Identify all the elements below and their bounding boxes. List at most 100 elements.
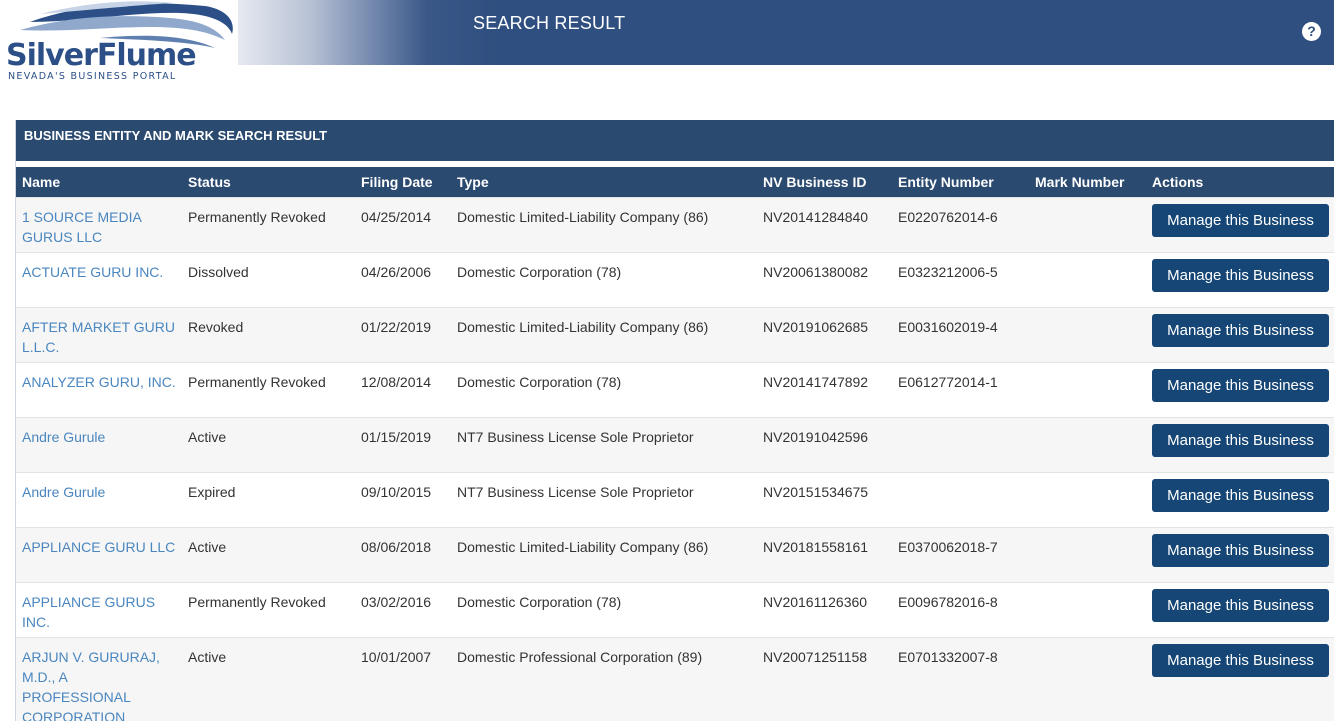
entity-number-cell xyxy=(892,417,1029,472)
nv-business-id-cell: NV20191042596 xyxy=(763,428,869,445)
status-cell: Dissolved xyxy=(188,263,249,280)
column-header-name[interactable]: Name xyxy=(16,167,182,197)
nv-business-id-cell: NV20161126360 xyxy=(763,593,868,610)
status-cell: Active xyxy=(188,648,227,665)
table-row: ARJUN V. GURURAJ, M.D., A PROFESSIONAL C… xyxy=(16,637,1334,721)
nv-business-id-cell: NV20141747892 xyxy=(763,373,869,390)
nv-business-id-cell: NV20141284840 xyxy=(763,208,869,225)
column-header-actions: Actions xyxy=(1152,173,1204,190)
nv-business-id-cell: NV20191062685 xyxy=(763,318,869,335)
filing-date-cell: 01/15/2019 xyxy=(361,428,432,445)
header-banner xyxy=(238,0,1334,65)
manage-business-button[interactable]: Manage this Business xyxy=(1152,423,1329,457)
column-header-type[interactable]: Type xyxy=(451,167,757,197)
table-row: APPLIANCE GURUS INC. Permanently Revoked… xyxy=(16,582,1334,637)
filing-date-cell: 04/26/2006 xyxy=(361,263,432,280)
type-cell: Domestic Limited-Liability Company (86) xyxy=(457,538,709,555)
mark-number-cell xyxy=(1029,527,1146,582)
type-cell: Domestic Limited-Liability Company (86) xyxy=(457,318,709,335)
manage-business-button[interactable]: Manage this Business xyxy=(1152,533,1329,567)
manage-business-button[interactable]: Manage this Business xyxy=(1152,203,1329,237)
column-header-nv-business-id[interactable]: NV Business ID xyxy=(757,167,892,197)
type-cell: Domestic Limited-Liability Company (86) xyxy=(457,208,709,225)
business-name-link[interactable]: 1 SOURCE MEDIA GURUS LLC xyxy=(22,209,141,245)
status-cell: Expired xyxy=(188,483,236,500)
help-icon[interactable]: ? xyxy=(1302,22,1321,41)
filing-date-cell: 04/25/2014 xyxy=(361,208,432,225)
nv-business-id-cell: NV20181558161 xyxy=(763,538,869,555)
entity-number-cell: E0612772014-1 xyxy=(898,373,998,390)
type-cell: Domestic Corporation (78) xyxy=(457,373,622,390)
table-row: AFTER MARKET GURU L.L.C. Revoked 01/22/2… xyxy=(16,307,1334,362)
nv-business-id-cell: NV20061380082 xyxy=(763,263,869,280)
business-name-link[interactable]: APPLIANCE GURU LLC xyxy=(22,539,175,555)
status-cell: Permanently Revoked xyxy=(188,373,326,390)
filing-date-cell: 03/02/2016 xyxy=(361,593,432,610)
business-name-link[interactable]: Andre Gurule xyxy=(22,429,105,445)
results-table: Name Status Filing Date Type NV Business… xyxy=(16,167,1334,721)
mark-number-cell xyxy=(1029,417,1146,472)
entity-number-cell: E0323212006-5 xyxy=(898,263,998,280)
logo-tagline: NEVADA'S BUSINESS PORTAL xyxy=(8,71,177,82)
page-title: SEARCH RESULT xyxy=(473,13,626,33)
search-result-panel: BUSINESS ENTITY AND MARK SEARCH RESULT N… xyxy=(15,120,1334,721)
entity-number-cell: E0031602019-4 xyxy=(898,318,998,335)
table-row: Andre Gurule Expired 09/10/2015 NT7 Busi… xyxy=(16,472,1334,527)
manage-business-button[interactable]: Manage this Business xyxy=(1152,478,1329,512)
mark-number-cell xyxy=(1029,252,1146,307)
business-name-link[interactable]: Andre Gurule xyxy=(22,484,105,500)
mark-number-cell xyxy=(1029,362,1146,417)
type-cell: Domestic Corporation (78) xyxy=(457,263,622,280)
manage-business-button[interactable]: Manage this Business xyxy=(1152,258,1329,292)
business-name-link[interactable]: ARJUN V. GURURAJ, M.D., A PROFESSIONAL C… xyxy=(22,649,160,721)
mark-number-cell xyxy=(1029,637,1146,721)
table-row: Andre Gurule Active 01/15/2019 NT7 Busin… xyxy=(16,417,1334,472)
filing-date-cell: 01/22/2019 xyxy=(361,318,432,335)
mark-number-cell xyxy=(1029,472,1146,527)
status-cell: Active xyxy=(188,538,227,555)
mark-number-cell xyxy=(1029,582,1146,637)
table-row: ACTUATE GURU INC. Dissolved 04/26/2006 D… xyxy=(16,252,1334,307)
business-name-link[interactable]: APPLIANCE GURUS INC. xyxy=(22,594,155,630)
entity-number-cell: E0701332007-8 xyxy=(898,648,998,665)
table-row: 1 SOURCE MEDIA GURUS LLC Permanently Rev… xyxy=(16,197,1334,252)
nv-business-id-cell: NV20071251158 xyxy=(763,648,868,665)
business-name-link[interactable]: ACTUATE GURU INC. xyxy=(22,264,163,280)
column-header-filing-date[interactable]: Filing Date xyxy=(355,167,451,197)
type-cell: Domestic Professional Corporation (89) xyxy=(457,648,703,665)
mark-number-cell xyxy=(1029,197,1146,252)
column-header-status[interactable]: Status xyxy=(182,167,355,197)
panel-title: BUSINESS ENTITY AND MARK SEARCH RESULT xyxy=(24,128,328,143)
manage-business-button[interactable]: Manage this Business xyxy=(1152,588,1329,622)
site-header: SilverFlume NEVADA'S BUSINESS PORTAL SEA… xyxy=(0,0,1334,90)
manage-business-button[interactable]: Manage this Business xyxy=(1152,313,1329,347)
entity-number-cell: E0370062018-7 xyxy=(898,538,998,555)
filing-date-cell: 10/01/2007 xyxy=(361,648,432,665)
filing-date-cell: 08/06/2018 xyxy=(361,538,432,555)
type-cell: NT7 Business License Sole Proprietor xyxy=(457,483,694,500)
column-header-entity-number[interactable]: Entity Number xyxy=(892,167,1029,197)
panel-title-bar: BUSINESS ENTITY AND MARK SEARCH RESULT xyxy=(16,120,1334,161)
entity-number-cell: E0096782016-8 xyxy=(898,593,998,610)
filing-date-cell: 09/10/2015 xyxy=(361,483,432,500)
entity-number-cell: E0220762014-6 xyxy=(898,208,998,225)
mark-number-cell xyxy=(1029,307,1146,362)
type-cell: Domestic Corporation (78) xyxy=(457,593,622,610)
business-name-link[interactable]: ANALYZER GURU, INC. xyxy=(22,374,176,390)
column-header-mark-number[interactable]: Mark Number xyxy=(1029,167,1146,197)
manage-business-button[interactable]: Manage this Business xyxy=(1152,643,1329,677)
nv-business-id-cell: NV20151534675 xyxy=(763,483,869,500)
table-row: ANALYZER GURU, INC. Permanently Revoked … xyxy=(16,362,1334,417)
status-cell: Active xyxy=(188,428,227,445)
business-name-link[interactable]: AFTER MARKET GURU L.L.C. xyxy=(22,319,175,355)
silverflume-logo[interactable]: SilverFlume NEVADA'S BUSINESS PORTAL xyxy=(0,0,238,90)
manage-business-button[interactable]: Manage this Business xyxy=(1152,368,1329,402)
logo-text: SilverFlume xyxy=(6,38,197,73)
table-row: APPLIANCE GURU LLC Active 08/06/2018 Dom… xyxy=(16,527,1334,582)
status-cell: Revoked xyxy=(188,318,244,335)
type-cell: NT7 Business License Sole Proprietor xyxy=(457,428,694,445)
filing-date-cell: 12/08/2014 xyxy=(361,373,432,390)
status-cell: Permanently Revoked xyxy=(188,593,326,610)
entity-number-cell xyxy=(892,472,1029,527)
table-header-row: Name Status Filing Date Type NV Business… xyxy=(16,167,1334,197)
